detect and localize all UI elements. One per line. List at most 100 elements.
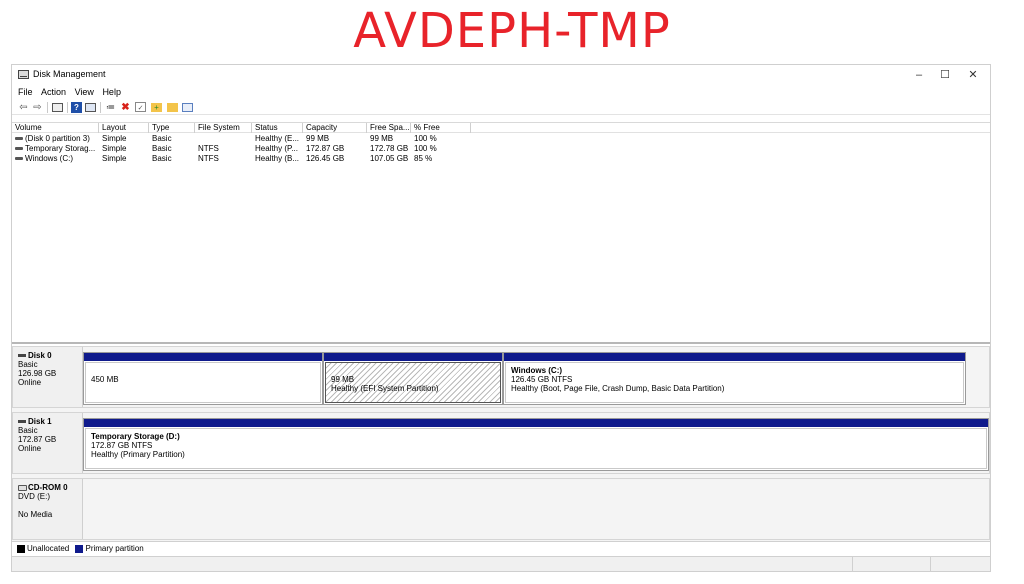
column-header[interactable]: Status	[252, 123, 303, 133]
table-row[interactable]: (Disk 0 partition 3) Simple Basic Health…	[12, 134, 990, 144]
drive-icon	[15, 137, 23, 141]
disk-0-size: 126.98 GB	[18, 369, 57, 378]
capacity-cell: 172.87 GB	[306, 144, 345, 153]
percent-free-cell: 100 %	[414, 144, 437, 153]
percent-free-cell: 85 %	[414, 154, 433, 163]
partition-temporary-storage-d[interactable]: Temporary Storage (D:) 172.87 GB NTFS He…	[83, 418, 989, 471]
type-cell: Basic	[152, 134, 172, 143]
menu-bar: File Action View Help	[12, 85, 990, 100]
window-title: Disk Management	[33, 69, 106, 79]
partition-size: 172.87 GB NTFS	[91, 441, 153, 450]
status-cell: Healthy (B...	[255, 154, 300, 163]
disk-0-status: Online	[18, 378, 42, 387]
partition-efi[interactable]: 99 MB Healthy (EFI System Partition)	[323, 352, 503, 405]
volume-list-header: Volume Layout Type File System Status Ca…	[12, 123, 990, 133]
layout-cell: Simple	[102, 144, 127, 153]
status-bar	[12, 556, 990, 572]
toolbar-divider	[47, 102, 48, 113]
maximize-button[interactable]: ☐	[932, 65, 958, 85]
partition-size: 450 MB	[91, 375, 119, 384]
list-view-icon[interactable]	[182, 103, 193, 112]
column-header[interactable]: Capacity	[303, 123, 367, 133]
help-icon[interactable]: ?	[71, 102, 82, 113]
partition-size: 126.45 GB NTFS	[511, 375, 573, 384]
cdrom-0-label[interactable]: CD-ROM 0 DVD (E:) No Media	[13, 479, 83, 539]
partition-bar	[504, 353, 965, 361]
status-cell: Healthy (P...	[255, 144, 298, 153]
partition-title: Temporary Storage (D:)	[91, 432, 180, 441]
partition-body: 99 MB Healthy (EFI System Partition)	[325, 362, 501, 403]
partition-bar	[324, 353, 502, 361]
hostname-text: AVDEPH-TMP	[353, 3, 671, 59]
hostname-banner: AVDEPH-TMP	[0, 0, 1024, 62]
filesystem-cell: NTFS	[198, 154, 219, 163]
new-volume-icon[interactable]: +	[151, 103, 162, 112]
status-bar-divider	[852, 557, 853, 572]
partition-bar	[84, 419, 988, 427]
menu-view[interactable]: View	[75, 85, 94, 100]
column-header[interactable]: Free Spa...	[367, 123, 411, 133]
volume-cell: Temporary Storag...	[12, 144, 99, 154]
free-space-cell: 99 MB	[370, 134, 394, 143]
toolbar: ⇦ ⇨ ? ≔ ✖ ✓ +	[12, 100, 990, 115]
volume-cell: (Disk 0 partition 3)	[12, 134, 99, 144]
cdrom-0-status: No Media	[18, 510, 53, 519]
table-row[interactable]: Windows (C:) Simple Basic NTFS Healthy (…	[12, 154, 990, 164]
disk-1-row[interactable]: Disk 1 Basic 172.87 GB Online Temporary …	[12, 412, 990, 474]
checklist-icon[interactable]: ✓	[135, 102, 146, 112]
forward-icon[interactable]: ⇨	[32, 102, 43, 113]
volume-name: (Disk 0 partition 3)	[25, 134, 90, 143]
title-bar: Disk Management – ☐ ✕	[12, 65, 990, 85]
column-header[interactable]: Layout	[99, 123, 149, 133]
column-header[interactable]: Type	[149, 123, 195, 133]
volume-cell: Windows (C:)	[12, 154, 99, 164]
volume-list: Volume Layout Type File System Status Ca…	[12, 122, 990, 344]
cd-drive-icon	[18, 484, 27, 491]
partition-body: 450 MB	[85, 362, 321, 403]
partition-windows-c[interactable]: Windows (C:) 126.45 GB NTFS Healthy (Boo…	[503, 352, 966, 405]
partition-status: Healthy (Boot, Page File, Crash Dump, Ba…	[511, 384, 725, 393]
properties-icon[interactable]	[85, 103, 96, 112]
drive-icon	[15, 147, 23, 151]
column-header[interactable]: File System	[195, 123, 252, 133]
disk-0-label[interactable]: Disk 0 Basic 126.98 GB Online	[13, 347, 83, 407]
partition-body: Temporary Storage (D:) 172.87 GB NTFS He…	[85, 428, 987, 469]
table-row[interactable]: Temporary Storag... Simple Basic NTFS He…	[12, 144, 990, 154]
disk-0-name: Disk 0	[18, 351, 77, 360]
console-tree-icon[interactable]	[52, 103, 63, 112]
minimize-button[interactable]: –	[906, 65, 932, 85]
status-bar-divider	[930, 557, 931, 572]
folder-icon[interactable]	[167, 103, 178, 112]
disk-graphical-view: Disk 0 Basic 126.98 GB Online 450 MB 99 …	[12, 346, 990, 549]
partition-450mb[interactable]: 450 MB	[83, 352, 323, 405]
disk-0-row[interactable]: Disk 0 Basic 126.98 GB Online 450 MB 99 …	[12, 346, 990, 408]
unallocated-swatch	[17, 544, 25, 553]
primary-partition-swatch	[75, 544, 84, 553]
partition-title: Windows (C:)	[511, 366, 563, 375]
cdrom-0-name: CD-ROM 0	[18, 483, 77, 492]
layout-cell: Simple	[102, 154, 127, 163]
connect-disk-icon[interactable]: ≔	[105, 102, 116, 113]
cdrom-0-type: DVD (E:)	[18, 492, 50, 501]
menu-action[interactable]: Action	[41, 85, 66, 100]
delete-icon[interactable]: ✖	[120, 102, 131, 113]
disk-icon	[18, 354, 26, 358]
filesystem-cell	[195, 134, 252, 144]
disk-management-window: Disk Management – ☐ ✕ File Action View H…	[11, 64, 991, 572]
partition-body: Windows (C:) 126.45 GB NTFS Healthy (Boo…	[505, 362, 964, 403]
type-cell: Basic	[152, 144, 172, 153]
disk-1-label[interactable]: Disk 1 Basic 172.87 GB Online	[13, 413, 83, 473]
back-icon[interactable]: ⇦	[18, 102, 29, 113]
toolbar-divider	[67, 102, 68, 113]
partition-status: Healthy (Primary Partition)	[91, 450, 185, 459]
legend-unallocated: Unallocated	[27, 544, 70, 553]
volume-name: Temporary Storag...	[25, 144, 96, 153]
menu-help[interactable]: Help	[102, 85, 121, 100]
column-header[interactable]: Volume	[12, 123, 99, 133]
capacity-cell: 99 MB	[306, 134, 330, 143]
cdrom-0-row[interactable]: CD-ROM 0 DVD (E:) No Media	[12, 478, 990, 540]
disk-0-type: Basic	[18, 360, 38, 369]
menu-file[interactable]: File	[18, 85, 33, 100]
close-button[interactable]: ✕	[960, 65, 986, 85]
column-header[interactable]: % Free	[411, 123, 471, 133]
